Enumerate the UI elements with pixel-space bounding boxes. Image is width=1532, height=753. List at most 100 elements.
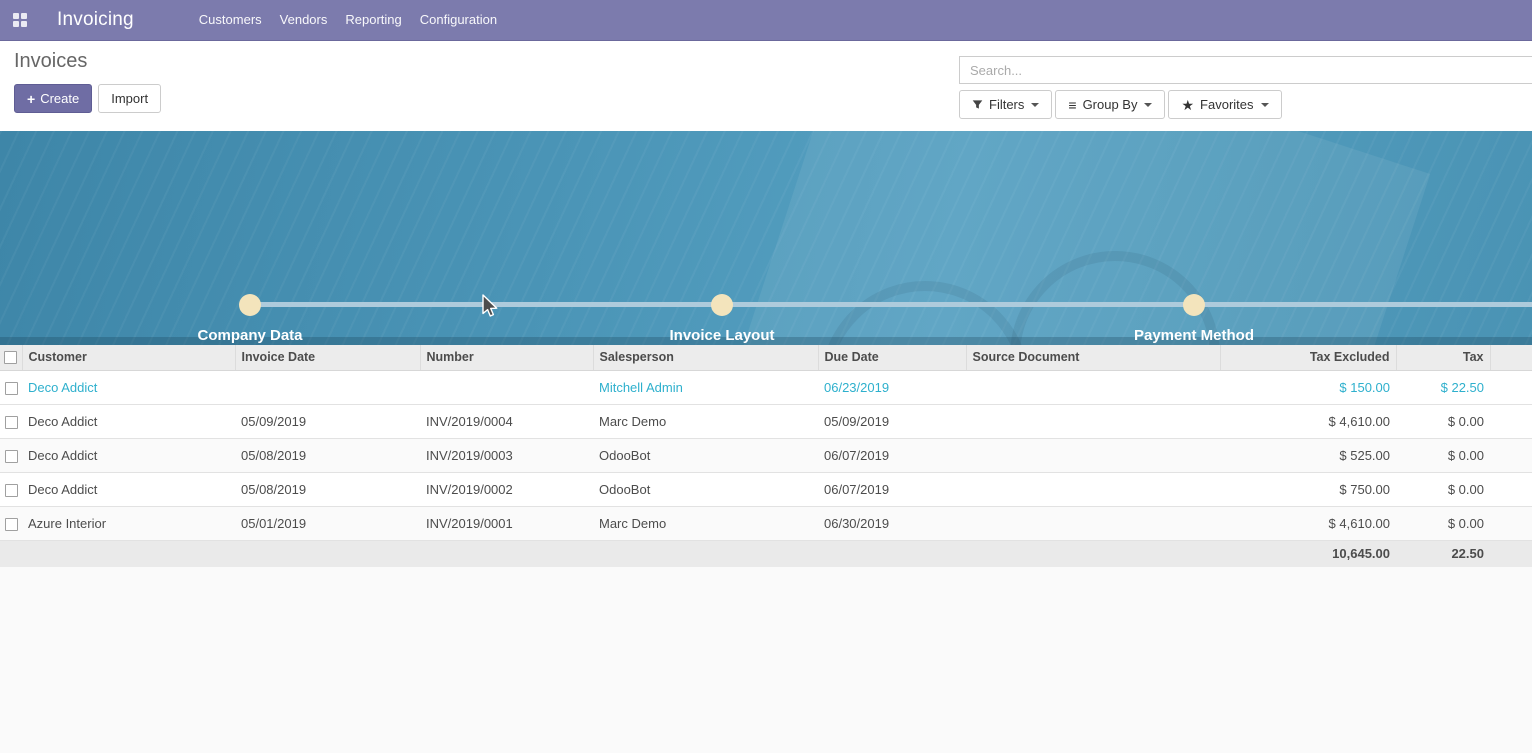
row-checkbox[interactable] (5, 484, 18, 497)
menu-customers[interactable]: Customers (190, 0, 271, 40)
cell-tax[interactable]: $ 0.00 (1396, 506, 1490, 540)
cell-due-date[interactable]: 06/07/2019 (818, 472, 966, 506)
cell-customer[interactable]: Azure Interior (22, 506, 235, 540)
onboarding-timeline (250, 302, 1532, 307)
table-header-row: Customer Invoice Date Number Salesperson… (0, 345, 1532, 370)
apps-grid-icon[interactable] (7, 7, 33, 33)
column-header-tax[interactable]: Tax (1396, 345, 1490, 370)
cell-source-document[interactable] (966, 404, 1220, 438)
cell-invoice-date[interactable]: 05/08/2019 (235, 438, 420, 472)
cell-salesperson[interactable]: Marc Demo (593, 404, 818, 438)
cell-number[interactable] (420, 370, 593, 404)
cell-customer[interactable]: Deco Addict (22, 404, 235, 438)
total-tax: 22.50 (1396, 540, 1490, 567)
star-icon: ★ (1181, 98, 1194, 112)
onboarding-step-payment-method: Payment Method Configure your payment me… (1084, 327, 1304, 345)
cell-salesperson[interactable]: Mitchell Admin (593, 370, 818, 404)
page-title: Invoices (14, 50, 161, 73)
invoice-list: Customer Invoice Date Number Salesperson… (0, 345, 1532, 567)
cell-number[interactable]: INV/2019/0004 (420, 404, 593, 438)
timeline-dot-payment-method (1183, 294, 1205, 316)
column-header-tax-excluded[interactable]: Tax Excluded (1220, 345, 1396, 370)
import-button-label: Import (111, 91, 148, 106)
header-spacer (1490, 345, 1532, 370)
column-header-source-document[interactable]: Source Document (966, 345, 1220, 370)
group-by-button-label: Group By (1083, 97, 1138, 112)
row-checkbox[interactable] (5, 382, 18, 395)
top-navbar: Invoicing Customers Vendors Reporting Co… (0, 0, 1532, 41)
cell-customer[interactable]: Deco Addict (22, 472, 235, 506)
menu-vendors[interactable]: Vendors (271, 0, 337, 40)
search-input[interactable] (959, 56, 1532, 84)
cell-tax-excluded[interactable]: $ 4,610.00 (1220, 506, 1396, 540)
column-header-salesperson[interactable]: Salesperson (593, 345, 818, 370)
plus-icon: + (27, 91, 35, 107)
cell-tax-excluded[interactable]: $ 4,610.00 (1220, 404, 1396, 438)
table-footer-row: 10,645.00 22.50 (0, 540, 1532, 567)
cell-due-date[interactable]: 06/23/2019 (818, 370, 966, 404)
column-header-number[interactable]: Number (420, 345, 593, 370)
filters-button[interactable]: Filters (959, 90, 1052, 119)
menu-reporting[interactable]: Reporting (336, 0, 410, 40)
cell-invoice-date[interactable]: 05/09/2019 (235, 404, 420, 438)
cell-source-document[interactable] (966, 472, 1220, 506)
import-button[interactable]: Import (98, 84, 161, 113)
step-title: Company Data (197, 327, 302, 344)
step-title: Invoice Layout (669, 327, 774, 344)
cell-invoice-date[interactable] (235, 370, 420, 404)
step-title: Payment Method (1134, 327, 1254, 344)
group-by-icon: ≡ (1068, 98, 1076, 112)
table-row[interactable]: Deco Addict Mitchell Admin 06/23/2019 $ … (0, 370, 1532, 404)
onboarding-step-company-data: Company Data Set your company's data for… (140, 327, 360, 345)
onboarding-step-invoice-layout: Invoice Layout Customize the look of you… (612, 327, 832, 345)
column-header-due-date[interactable]: Due Date (818, 345, 966, 370)
table-row[interactable]: Deco Addict 05/08/2019 INV/2019/0002 Odo… (0, 472, 1532, 506)
cell-tax-excluded[interactable]: $ 525.00 (1220, 438, 1396, 472)
table-row[interactable]: Deco Addict 05/08/2019 INV/2019/0003 Odo… (0, 438, 1532, 472)
create-button-label: Create (40, 91, 79, 106)
cell-tax[interactable]: $ 0.00 (1396, 438, 1490, 472)
column-header-customer[interactable]: Customer (22, 345, 235, 370)
create-button[interactable]: + Create (14, 84, 92, 113)
cell-customer[interactable]: Deco Addict (22, 370, 235, 404)
cell-number[interactable]: INV/2019/0003 (420, 438, 593, 472)
cell-invoice-date[interactable]: 05/08/2019 (235, 472, 420, 506)
favorites-button[interactable]: ★ Favorites (1168, 90, 1281, 119)
cell-tax[interactable]: $ 0.00 (1396, 404, 1490, 438)
select-all-checkbox[interactable] (4, 351, 17, 364)
table-row[interactable]: Deco Addict 05/09/2019 INV/2019/0004 Mar… (0, 404, 1532, 438)
cell-tax[interactable]: $ 22.50 (1396, 370, 1490, 404)
cell-tax[interactable]: $ 0.00 (1396, 472, 1490, 506)
cell-salesperson[interactable]: OdooBot (593, 438, 818, 472)
app-title[interactable]: Invoicing (57, 9, 134, 31)
row-checkbox[interactable] (5, 518, 18, 531)
cell-invoice-date[interactable]: 05/01/2019 (235, 506, 420, 540)
total-tax-excluded: 10,645.00 (1220, 540, 1396, 567)
row-checkbox[interactable] (5, 416, 18, 429)
cell-source-document[interactable] (966, 370, 1220, 404)
table-row[interactable]: Azure Interior 05/01/2019 INV/2019/0001 … (0, 506, 1532, 540)
select-all-checkbox-cell[interactable] (0, 345, 22, 370)
onboarding-banner: Company Data Set your company's data for… (0, 131, 1532, 345)
cell-due-date[interactable]: 06/30/2019 (818, 506, 966, 540)
cell-source-document[interactable] (966, 506, 1220, 540)
cell-number[interactable]: INV/2019/0002 (420, 472, 593, 506)
cell-due-date[interactable]: 06/07/2019 (818, 438, 966, 472)
filters-button-label: Filters (989, 97, 1024, 112)
cell-due-date[interactable]: 05/09/2019 (818, 404, 966, 438)
cell-tax-excluded[interactable]: $ 150.00 (1220, 370, 1396, 404)
cell-salesperson[interactable]: OdooBot (593, 472, 818, 506)
cell-customer[interactable]: Deco Addict (22, 438, 235, 472)
cell-number[interactable]: INV/2019/0001 (420, 506, 593, 540)
timeline-dot-company-data (239, 294, 261, 316)
cell-source-document[interactable] (966, 438, 1220, 472)
menu-configuration[interactable]: Configuration (411, 0, 506, 40)
group-by-button[interactable]: ≡ Group By (1055, 90, 1165, 119)
row-checkbox[interactable] (5, 450, 18, 463)
filter-funnel-icon (972, 99, 983, 110)
cell-salesperson[interactable]: Marc Demo (593, 506, 818, 540)
cell-tax-excluded[interactable]: $ 750.00 (1220, 472, 1396, 506)
caret-down-icon (1144, 103, 1152, 107)
column-header-invoice-date[interactable]: Invoice Date (235, 345, 420, 370)
favorites-button-label: Favorites (1200, 97, 1253, 112)
